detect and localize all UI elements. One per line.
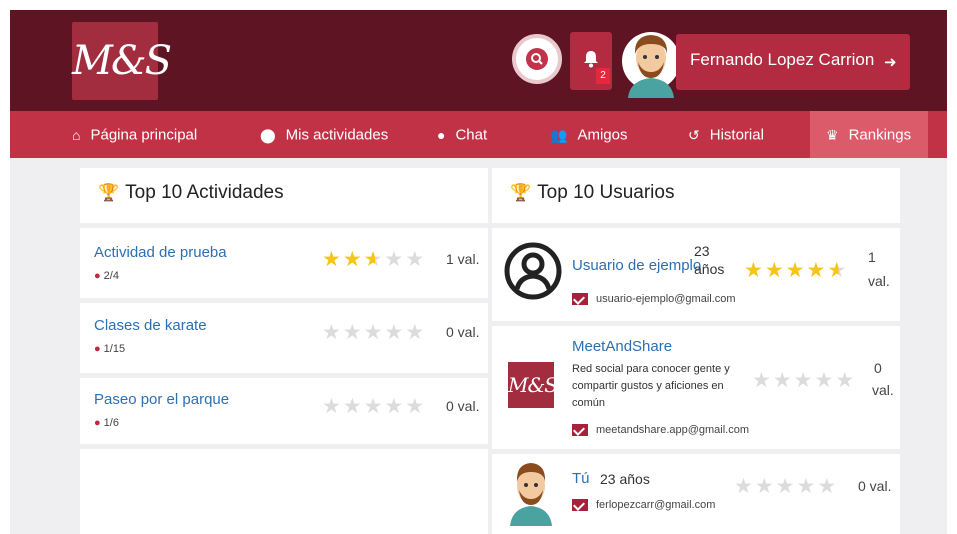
- rating-stars: ★★★★★: [322, 248, 427, 271]
- ratings-count-number: 0: [874, 360, 882, 376]
- home-icon: ⌂: [72, 126, 81, 143]
- participants-count: ● 2/4: [94, 270, 119, 282]
- mail-icon: [572, 293, 588, 305]
- top-activities-panel: 🏆 Top 10 Actividades Actividad de prueba …: [80, 168, 488, 534]
- person-icon: ●: [94, 417, 101, 429]
- user-avatar[interactable]: [622, 24, 680, 98]
- notification-count-badge: 2: [596, 68, 610, 84]
- user-name-link[interactable]: Usuario de ejemplo: [572, 257, 701, 274]
- top-header: M&S 2 Fernando Lopez Carrion ➜: [10, 10, 947, 111]
- divider: [80, 444, 488, 449]
- default-avatar-icon: [504, 242, 562, 300]
- user-row[interactable]: M&S MeetAndShare Red social para conocer…: [492, 326, 900, 449]
- users-icon: 👥: [550, 126, 568, 143]
- user-menu[interactable]: Fernando Lopez Carrion ➜: [676, 34, 910, 90]
- user-email: meetandshare.app@gmail.com: [596, 424, 750, 436]
- participants-count: ● 1/15: [94, 343, 126, 355]
- activity-row[interactable]: Clases de karate ● 1/15 ★★★★★ 0 val.: [80, 303, 488, 373]
- notifications-button[interactable]: 2: [570, 32, 612, 90]
- user-age: 23 años: [600, 471, 650, 487]
- rating-stars: ★★★★★: [322, 395, 427, 418]
- person-icon: ●: [94, 343, 101, 355]
- app-logo[interactable]: M&S: [72, 22, 172, 100]
- search-button[interactable]: [512, 34, 562, 84]
- person-icon: ●: [94, 270, 101, 282]
- nav-history[interactable]: ↺ Historial: [688, 111, 764, 158]
- user-age-number: 23: [694, 243, 710, 259]
- bell-icon: [584, 51, 598, 68]
- ratings-count: 0 val.: [446, 398, 480, 414]
- trophy-icon: 🏆: [98, 183, 120, 202]
- ratings-count: 1 val.: [446, 251, 480, 267]
- rating-stars: ★★★★★: [752, 369, 857, 392]
- user-name-link[interactable]: Tú: [572, 470, 590, 487]
- participants-count: ● 1/6: [94, 417, 119, 429]
- nav-chat[interactable]: ● Chat: [437, 111, 487, 158]
- nav-my-activities[interactable]: ⬤ Mis actividades: [260, 111, 388, 158]
- ratings-count: 0 val.: [446, 324, 480, 340]
- panel-title: 🏆 Top 10 Usuarios: [510, 182, 675, 203]
- nav-friends[interactable]: 👥 Amigos: [550, 111, 627, 158]
- main-nav: ⌂ Página principal ⬤ Mis actividades ● Chat…: [10, 111, 947, 158]
- search-icon: [526, 48, 548, 70]
- user-description: Red social para conocer gente y comparti…: [572, 363, 730, 409]
- logout-icon[interactable]: ➜: [884, 53, 897, 71]
- activity-name[interactable]: Clases de karate: [94, 317, 207, 334]
- activity-row[interactable]: Actividad de prueba ● 2/4 ★★★★★ 1 val.: [80, 228, 488, 298]
- user-name: Fernando Lopez Carrion: [690, 50, 875, 69]
- trophy-icon: 🏆: [510, 183, 532, 202]
- activity-name[interactable]: Actividad de prueba: [94, 244, 227, 261]
- nav-rankings[interactable]: ♛ Rankings: [810, 111, 928, 158]
- user-name-link[interactable]: MeetAndShare: [572, 338, 672, 355]
- user-email: usuario-ejemplo@gmail.com: [596, 293, 736, 305]
- rating-stars: ★★★★★: [322, 321, 427, 344]
- top-users-panel: 🏆 Top 10 Usuarios Usuario de ejemplo 23 a…: [492, 168, 900, 534]
- rating-stars: ★★★★★: [744, 259, 849, 282]
- user-age-unit: años: [694, 261, 725, 277]
- user-email: ferlopezcarr@gmail.com: [596, 499, 716, 511]
- nav-home[interactable]: ⌂ Página principal: [72, 111, 197, 158]
- activity-row[interactable]: Paseo por el parque ● 1/6 ★★★★★ 0 val.: [80, 378, 488, 450]
- app-logo-avatar: M&S: [508, 362, 558, 408]
- ratings-count-number: 1: [868, 249, 876, 265]
- rating-stars: ★★★★★: [734, 475, 839, 498]
- panel-title: 🏆 Top 10 Actividades: [98, 182, 284, 203]
- ratings-count: 0 val.: [858, 478, 892, 494]
- ratings-count-unit: val.: [868, 273, 890, 289]
- crown-icon: ♛: [826, 126, 839, 143]
- history-icon: ↺: [688, 126, 700, 143]
- user-row[interactable]: Usuario de ejemplo 23 años ★★★★★ 1 val. …: [492, 228, 900, 321]
- map-marker-icon: ⬤: [260, 126, 276, 143]
- user-row[interactable]: Tú 23 años ★★★★★ 0 val. ferlopezcarr@gma…: [492, 454, 900, 534]
- mail-icon: [572, 499, 588, 511]
- user-avatar: [506, 456, 556, 526]
- ratings-count-unit: val.: [872, 382, 894, 398]
- mail-icon: [572, 424, 588, 436]
- chat-bubble-icon: ●: [437, 126, 446, 143]
- activity-name[interactable]: Paseo por el parque: [94, 391, 229, 408]
